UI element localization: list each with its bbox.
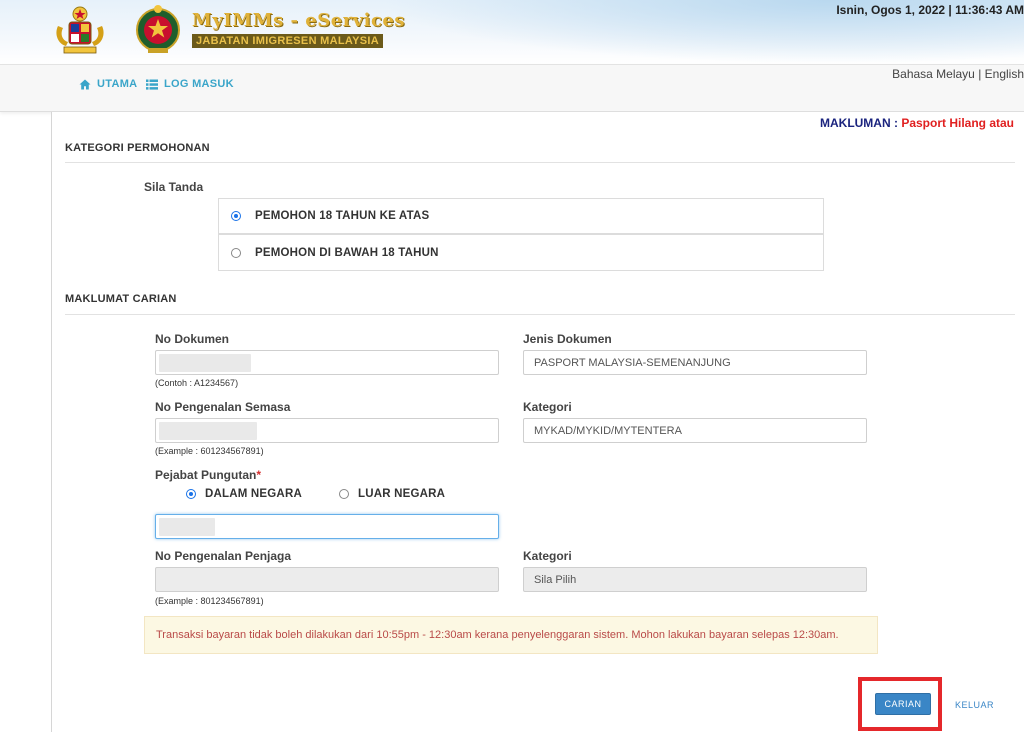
doc-type-select[interactable]: PASPORT MALAYSIA-SEMENANJUNG: [523, 350, 867, 375]
nav-login-link[interactable]: LOG MASUK: [146, 78, 234, 90]
office-input[interactable]: [155, 514, 499, 539]
list-icon: [146, 79, 158, 90]
office-label-text: Pejabat Pungutan: [155, 468, 257, 482]
required-marker: *: [256, 468, 262, 482]
malaysia-coat-of-arms-icon: [56, 6, 104, 54]
section-title-category: KATEGORI PERMOHONAN: [65, 142, 210, 154]
nav-login-label: LOG MASUK: [164, 78, 234, 90]
doc-no-input[interactable]: [155, 350, 499, 375]
redacted-value: [159, 422, 257, 440]
id-no-hint: (Example : 601234567891): [155, 446, 264, 456]
doc-type-label: Jenis Dokumen: [523, 332, 612, 346]
id-no-input[interactable]: [155, 418, 499, 443]
language-switcher[interactable]: Bahasa Melayu | English: [892, 67, 1024, 81]
section-divider: [65, 314, 1015, 315]
main-panel: MAKLUMAN : Pasport Hilang atau KATEGORI …: [51, 112, 1024, 732]
category-option-minor[interactable]: PEMOHON DI BAWAH 18 TAHUN: [218, 234, 824, 271]
guardian-category-select[interactable]: Sila Pilih: [523, 567, 867, 592]
radio-checked-icon[interactable]: [231, 211, 241, 221]
datetime-display: Isnin, Ogos 1, 2022 | 11:36:43 AM: [836, 3, 1024, 17]
doc-no-hint: (Contoh : A1234567): [155, 378, 239, 388]
office-option-abroad[interactable]: LUAR NEGARA: [339, 488, 445, 500]
home-icon: [79, 79, 91, 89]
maintenance-alert: Transaksi bayaran tidak boleh dilakukan …: [144, 616, 878, 654]
category-option-label: PEMOHON 18 TAHUN KE ATAS: [255, 210, 430, 222]
office-option-label: LUAR NEGARA: [358, 488, 446, 500]
header-banner: MyIMMs - eServices JABATAN IMIGRESEN MAL…: [0, 0, 1024, 64]
notice-label: MAKLUMAN :: [819, 116, 898, 130]
redacted-value: [159, 518, 215, 536]
category-field-label: Kategori: [523, 400, 572, 414]
radio-checked-icon[interactable]: [186, 489, 196, 499]
notice-text: Pasport Hilang atau: [901, 116, 1014, 130]
brand-title: MyIMMs - eServices: [192, 10, 406, 31]
guardian-category-label: Kategori: [523, 549, 572, 563]
immigration-emblem-icon: [136, 5, 180, 53]
nav-bar: UTAMA LOG MASUK Bahasa Melayu | English: [0, 64, 1024, 112]
id-no-label: No Pengenalan Semasa: [155, 400, 291, 414]
section-divider: [65, 162, 1015, 163]
nav-home-link[interactable]: UTAMA: [79, 78, 137, 90]
redacted-value: [159, 354, 251, 372]
office-option-label: DALAM NEGARA: [205, 488, 302, 500]
guardian-id-hint: (Example : 801234567891): [155, 596, 264, 606]
category-select[interactable]: MYKAD/MYKID/MYTENTERA: [523, 418, 867, 443]
search-button-highlight: CARIAN: [858, 677, 942, 731]
radio-unchecked-icon[interactable]: [339, 489, 349, 499]
brand-subtitle: JABATAN IMIGRESEN MALAYSIA: [192, 34, 383, 48]
category-option-adult[interactable]: PEMOHON 18 TAHUN KE ATAS: [218, 198, 824, 234]
category-option-label: PEMOHON DI BAWAH 18 TAHUN: [255, 246, 439, 259]
nav-home-label: UTAMA: [97, 78, 138, 90]
guardian-id-label: No Pengenalan Penjaga: [155, 549, 292, 563]
radio-unchecked-icon[interactable]: [231, 247, 241, 258]
doc-no-label: No Dokumen: [155, 332, 230, 346]
guardian-id-input[interactable]: [155, 567, 499, 592]
office-option-local[interactable]: DALAM NEGARA: [186, 488, 302, 500]
notice-marquee: MAKLUMAN : Pasport Hilang atau: [820, 116, 1014, 130]
office-label: Pejabat Pungutan*: [155, 468, 261, 482]
search-button[interactable]: CARIAN: [875, 693, 931, 715]
category-prompt: Sila Tanda: [144, 180, 204, 194]
exit-link[interactable]: KELUAR: [955, 700, 994, 710]
section-title-search: MAKLUMAT CARIAN: [65, 293, 177, 305]
